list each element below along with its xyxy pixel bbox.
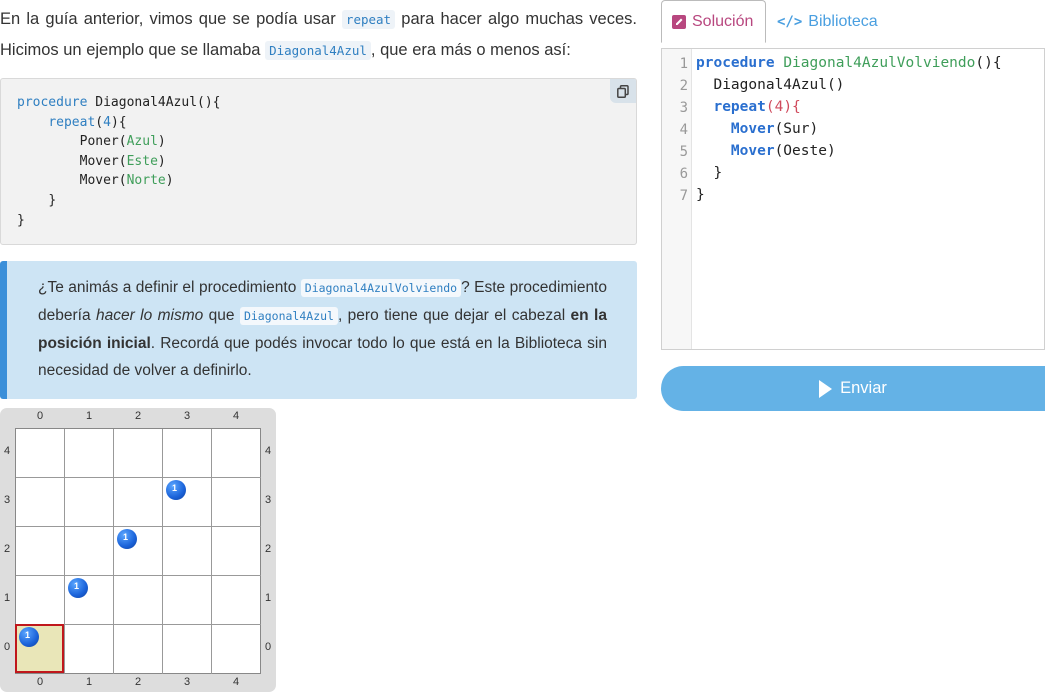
col-label-bottom: 1 (85, 676, 93, 688)
board-cell (65, 478, 114, 527)
row-label-right: 0 (264, 641, 272, 653)
col-label-bottom: 0 (36, 676, 44, 688)
code-line: repeat(4){ (713, 99, 801, 115)
board-cell (212, 576, 261, 625)
row-label-left: 2 (3, 543, 11, 555)
board-cell (212, 429, 261, 478)
col-label-top: 3 (183, 410, 191, 422)
line-number-gutter: 1 2 3 4 5 6 7 (662, 49, 692, 349)
intro-text-1: En la guía anterior, vimos que se podía … (0, 10, 336, 28)
code-arg: Azul (126, 134, 158, 150)
col-label-bottom: 2 (134, 676, 142, 688)
tab-biblioteca[interactable]: </> Biblioteca (777, 0, 878, 43)
board-cell (163, 625, 212, 674)
board-cell (212, 478, 261, 527)
board-cell (65, 625, 114, 674)
line-number: 1 (679, 56, 688, 72)
line-number: 5 (679, 144, 688, 160)
board-cell (212, 625, 261, 674)
board-cell (16, 576, 65, 625)
row-label-left: 4 (3, 445, 11, 457)
board-cell (16, 478, 65, 527)
code-icon: </> (777, 13, 803, 30)
example-code-block: procedure Diagonal4Azul(){ repeat(4){ Po… (0, 78, 637, 245)
code-fn: Mover (79, 153, 119, 169)
exercise-info-box: ¿Te animás a definir el procedimiento Di… (0, 261, 637, 399)
board-grid: 1 1 1 1 (15, 428, 261, 674)
board-cell (163, 429, 212, 478)
blue-ball-icon: 1 (19, 627, 39, 647)
board-cell (114, 576, 163, 625)
gobstones-board: 0 1 2 3 4 0 1 2 3 4 4 3 2 1 0 4 3 2 1 0 … (0, 408, 276, 692)
row-label-right: 1 (264, 592, 272, 604)
tab-solucion[interactable]: Solución (661, 0, 766, 43)
code-text: Diagonal4Azul(){ (87, 95, 221, 110)
col-label-bottom: 3 (183, 676, 191, 688)
col-label-top: 2 (134, 410, 142, 422)
code-keyword: repeat (48, 114, 96, 130)
col-label-top: 4 (232, 410, 240, 422)
code-editor[interactable]: 1 2 3 4 5 6 7 procedure Diagonal4AzulVol… (661, 48, 1045, 350)
board-cell (114, 478, 163, 527)
line-number: 4 (679, 122, 688, 138)
board-cell (114, 429, 163, 478)
code-line: procedure Diagonal4AzulVolviendo(){ (696, 55, 1002, 71)
code-fn: Poner (79, 134, 119, 150)
board-cell (114, 625, 163, 674)
tab-biblioteca-label: Biblioteca (808, 12, 878, 30)
enviar-button[interactable]: Enviar (661, 366, 1045, 411)
code-line: Mover(Sur) (730, 121, 819, 137)
row-label-left: 1 (3, 592, 11, 604)
row-label-right: 4 (264, 445, 272, 457)
code-number: 4 (103, 114, 111, 130)
col-label-top: 1 (85, 410, 93, 422)
example-code: procedure Diagonal4Azul(){ repeat(4){ Po… (17, 95, 221, 228)
inline-code-diagonal: Diagonal4Azul (265, 41, 371, 60)
line-number: 6 (679, 166, 688, 182)
blue-ball-icon: 1 (166, 480, 186, 500)
row-label-left: 0 (3, 641, 11, 653)
inline-code-diagonal: Diagonal4Azul (239, 307, 338, 325)
board-cell (163, 576, 212, 625)
copy-code-button[interactable] (610, 79, 636, 103)
inline-code-repeat: repeat (341, 10, 396, 29)
code-line: } (696, 187, 705, 203)
row-label-left: 3 (3, 494, 11, 506)
code-line: Mover(Oeste) (730, 143, 836, 159)
code-line: Diagonal4Azul() (696, 77, 845, 93)
code-line: } (696, 165, 723, 181)
line-number: 2 (679, 78, 688, 94)
code-fn: Mover (79, 173, 119, 189)
code-arg: Norte (126, 173, 166, 189)
inline-code-diagonal-volviendo: Diagonal4AzulVolviendo (300, 279, 462, 297)
line-number: 7 (679, 188, 688, 204)
tab-solucion-label: Solución (692, 12, 754, 30)
copy-icon (617, 84, 629, 98)
col-label-top: 0 (36, 410, 44, 422)
board-cell (163, 527, 212, 576)
editor-tabs: Solución </> Biblioteca (661, 0, 1045, 44)
board-cell (16, 429, 65, 478)
line-number: 3 (679, 100, 688, 116)
col-label-bottom: 4 (232, 676, 240, 688)
blue-ball-icon: 1 (68, 578, 88, 598)
enviar-label: Enviar (840, 379, 887, 397)
board-cell (65, 429, 114, 478)
code-arg: Este (126, 153, 158, 169)
board-cell (212, 527, 261, 576)
edit-icon (672, 14, 686, 29)
code-keyword: procedure (17, 95, 88, 110)
board-cell (16, 527, 65, 576)
blue-ball-icon: 1 (117, 529, 137, 549)
board-cell (65, 527, 114, 576)
intro-text-3: , que era más o menos así: (370, 41, 571, 59)
intro-paragraph: En la guía anterior, vimos que se podía … (0, 4, 637, 66)
play-icon (819, 379, 833, 398)
row-label-right: 3 (264, 494, 272, 506)
row-label-right: 2 (264, 543, 272, 555)
